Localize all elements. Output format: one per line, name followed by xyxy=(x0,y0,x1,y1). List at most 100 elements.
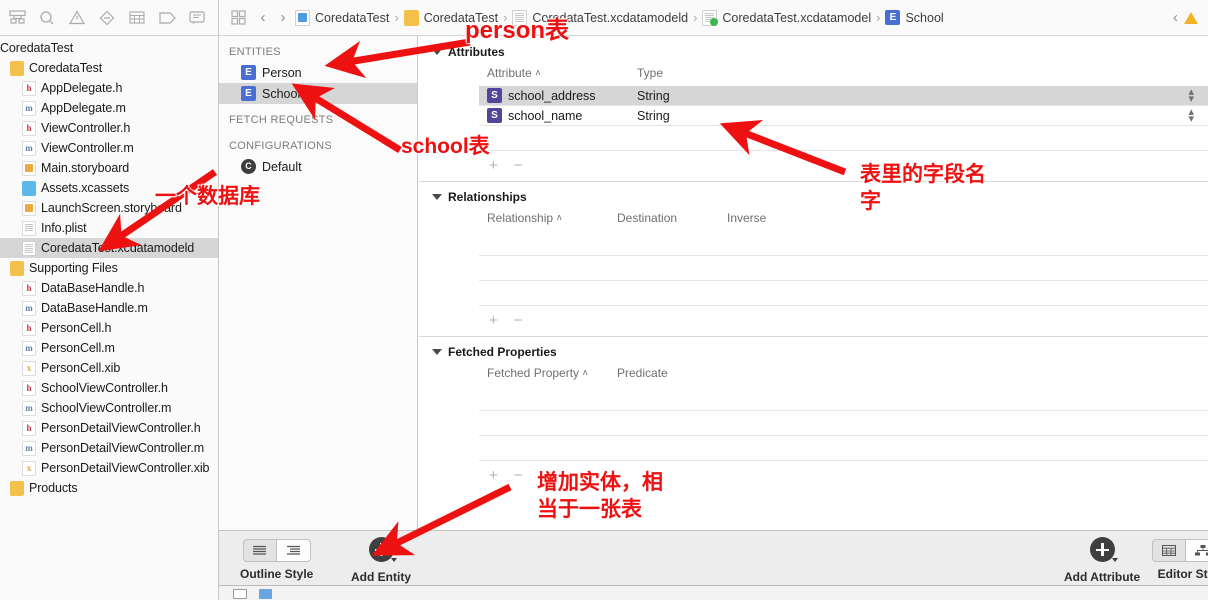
add-entity-control[interactable]: Add Entity xyxy=(351,537,411,584)
column-relationship[interactable]: Relationship ʌ xyxy=(487,211,617,225)
attribute-row[interactable]: Sschool_name String ▴ ▾ xyxy=(479,106,1208,126)
file-row[interactable]: Main.storyboard xyxy=(0,158,218,178)
column-relationship-label: Relationship xyxy=(487,211,554,225)
remove-relationship-row-button[interactable]: − xyxy=(514,312,523,329)
breakpoint-tag-icon[interactable] xyxy=(156,7,178,29)
relationships-section-header[interactable]: Relationships xyxy=(419,190,1208,204)
attributes-section-header[interactable]: Attributes xyxy=(419,45,1208,59)
add-relationship-row-button[interactable]: + xyxy=(489,312,498,329)
report-comment-icon[interactable] xyxy=(186,7,208,29)
disclosure-triangle-icon[interactable] xyxy=(432,349,442,355)
attribute-name[interactable]: school_address xyxy=(508,89,637,103)
column-predicate[interactable]: Predicate xyxy=(617,366,767,380)
file-row[interactable]: Products xyxy=(0,478,218,498)
file-row[interactable]: m ViewController.m xyxy=(0,138,218,158)
grid-table-icon[interactable] xyxy=(126,7,148,29)
column-type[interactable]: Type xyxy=(637,66,837,80)
add-fetched-property-row-button[interactable]: + xyxy=(489,467,498,484)
file-row[interactable]: h PersonCell.h xyxy=(0,318,218,338)
fetched-property-empty-row[interactable] xyxy=(479,411,1208,436)
breadcrumb-item[interactable]: CoredataTest xyxy=(402,9,500,26)
file-row[interactable]: m AppDelegate.m xyxy=(0,98,218,118)
relationship-empty-row[interactable] xyxy=(479,256,1208,281)
remove-attribute-row-button[interactable]: − xyxy=(514,157,523,174)
file-row-label: AppDelegate.h xyxy=(41,81,123,95)
attribute-type[interactable]: String xyxy=(637,89,670,103)
graph-editor-icon[interactable] xyxy=(1186,540,1208,561)
collapse-chevron-icon[interactable]: ‹ xyxy=(1173,9,1178,26)
footer-panel-icon[interactable] xyxy=(233,589,247,599)
column-fetched-property-label: Fetched Property xyxy=(487,366,580,380)
plus-circle-icon[interactable] xyxy=(1089,537,1118,562)
file-row[interactable]: Assets.xcassets xyxy=(0,178,218,198)
attribute-name[interactable]: school_name xyxy=(508,109,637,123)
breadcrumb-item[interactable]: CoredataTest.xcdatamodeld xyxy=(510,9,690,26)
file-row[interactable]: h AppDelegate.h xyxy=(0,78,218,98)
related-items-icon[interactable] xyxy=(227,7,249,29)
file-row[interactable]: CoredataTest xyxy=(0,58,218,78)
table-editor-icon[interactable] xyxy=(1153,540,1186,561)
hierarchy-style-icon[interactable] xyxy=(276,540,310,561)
warning-triangle-icon[interactable] xyxy=(66,7,88,29)
navigator-root-row[interactable]: CoredataTest xyxy=(0,38,218,58)
attribute-empty-row[interactable] xyxy=(479,126,1208,151)
file-row[interactable]: Info.plist xyxy=(0,218,218,238)
type-stepper-icon[interactable]: ▴ ▾ xyxy=(1188,86,1194,104)
attribute-type[interactable]: String xyxy=(637,109,670,123)
fetched-properties-section-header[interactable]: Fetched Properties xyxy=(419,345,1208,359)
add-attribute-control[interactable]: Add Attribute xyxy=(1064,537,1140,584)
file-row-label: Supporting Files xyxy=(29,261,118,275)
remove-fetched-property-row-button[interactable]: − xyxy=(514,467,523,484)
file-row[interactable]: h PersonDetailViewController.h xyxy=(0,418,218,438)
disclosure-triangle-icon[interactable] xyxy=(432,194,442,200)
forward-button[interactable]: › xyxy=(273,9,293,26)
column-inverse[interactable]: Inverse xyxy=(727,211,847,225)
file-row[interactable]: m PersonCell.m xyxy=(0,338,218,358)
file-row[interactable]: x PersonCell.xib xyxy=(0,358,218,378)
footer-blue-icon[interactable] xyxy=(259,589,272,599)
file-row[interactable]: h SchoolViewController.h xyxy=(0,378,218,398)
outline-style-segmented[interactable] xyxy=(242,539,311,562)
relationship-empty-row[interactable] xyxy=(479,231,1208,256)
column-destination[interactable]: Destination xyxy=(617,211,727,225)
file-row-label: CoredataTest xyxy=(29,61,103,75)
disclosure-triangle-icon[interactable] xyxy=(432,49,442,55)
test-diamond-icon[interactable] xyxy=(96,7,118,29)
list-style-icon[interactable] xyxy=(244,540,277,561)
breadcrumb-item[interactable]: CoredataTest.xcdatamodel xyxy=(700,9,873,26)
file-row[interactable]: m PersonDetailViewController.m xyxy=(0,438,218,458)
file-row[interactable]: LaunchScreen.storyboard xyxy=(0,198,218,218)
file-row[interactable]: CoredataTest.xcdatamodeld xyxy=(0,238,218,258)
breadcrumb-item[interactable]: CoredataTest xyxy=(293,9,391,26)
editor-style-segmented[interactable] xyxy=(1152,539,1208,562)
add-attribute-row-button[interactable]: + xyxy=(489,157,498,174)
file-row[interactable]: h ViewController.h xyxy=(0,118,218,138)
sidebar-item-person[interactable]: E Person xyxy=(219,62,417,83)
warning-icon[interactable] xyxy=(1184,11,1198,24)
folder-file-icon xyxy=(10,480,24,496)
relationships-title: Relationships xyxy=(448,190,527,204)
breadcrumb-separator: › xyxy=(394,10,399,25)
breadcrumb-item[interactable]: E School xyxy=(883,10,945,25)
file-row[interactable]: m SchoolViewController.m xyxy=(0,398,218,418)
search-icon[interactable] xyxy=(36,7,58,29)
file-row[interactable]: m DataBaseHandle.m xyxy=(0,298,218,318)
column-attribute[interactable]: Attribute ʌ xyxy=(487,66,637,80)
sidebar-item-default[interactable]: C Default xyxy=(219,156,417,177)
sidebar-item-school[interactable]: E School xyxy=(219,83,417,104)
fetched-property-empty-row[interactable] xyxy=(479,386,1208,411)
attribute-row[interactable]: Sschool_address String ▴ ▾ xyxy=(479,86,1208,106)
file-row[interactable]: h DataBaseHandle.h xyxy=(0,278,218,298)
file-row[interactable]: x PersonDetailViewController.xib xyxy=(0,458,218,478)
add-entity-label: Add Entity xyxy=(351,570,411,584)
file-row[interactable]: Supporting Files xyxy=(0,258,218,278)
column-fetched-property[interactable]: Fetched Property ʌ xyxy=(487,366,617,380)
relationship-empty-row[interactable] xyxy=(479,281,1208,306)
type-stepper-icon[interactable]: ▴ ▾ xyxy=(1188,106,1194,124)
back-button[interactable]: ‹ xyxy=(253,9,273,26)
file-row-label: CoredataTest.xcdatamodeld xyxy=(41,241,195,255)
add-attribute-label: Add Attribute xyxy=(1064,570,1141,584)
fetched-property-empty-row[interactable] xyxy=(479,436,1208,461)
plus-circle-icon[interactable] xyxy=(368,537,397,562)
file-navigator-icon[interactable] xyxy=(6,7,28,29)
